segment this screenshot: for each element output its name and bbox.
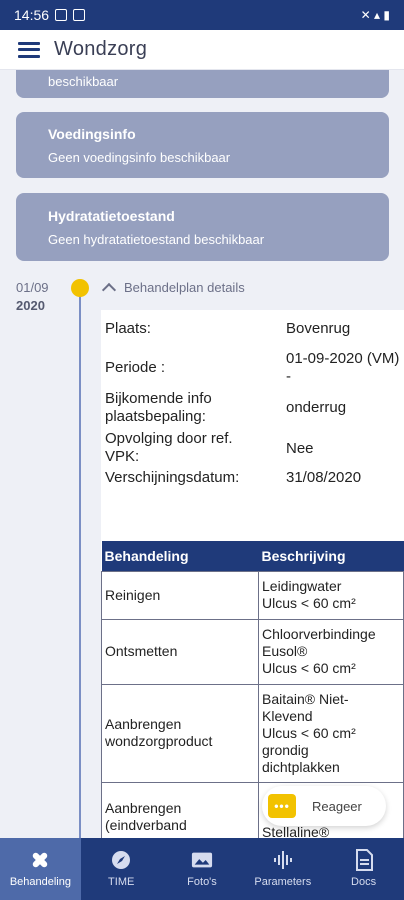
card-subtitle: Geen voedingsinfo beschikbaar [48, 150, 231, 165]
detail-label: Opvolging door ref. VPK: [105, 430, 233, 465]
nav-label: Foto's [187, 876, 217, 888]
notification-icon [55, 9, 68, 21]
nutrition-card[interactable]: Voedingsinfo Geen voedingsinfo beschikba… [16, 112, 389, 178]
app-bar: Wondzorg [0, 30, 404, 70]
detail-value: onderrug [286, 399, 347, 416]
card-subtitle: beschikbaar [48, 74, 119, 89]
status-icons: ✕ ▴ ▮ [360, 8, 390, 22]
treatment-cell: Ontsmetten [101, 618, 259, 685]
timeline-date: 01/09 [16, 280, 49, 295]
nav-label: TIME [108, 876, 135, 888]
detail-value: Bovenrug [286, 320, 351, 337]
details-toggle[interactable]: Behandelplan details [101, 280, 245, 298]
nav-label: Behandeling [9, 876, 71, 888]
table-row: Aanbrengen wondzorgproduct Baitain® Niet… [101, 683, 404, 783]
info-card[interactable]: beschikbaar [16, 70, 389, 98]
card-title: Hydratatietoestand [48, 208, 175, 224]
detail-label: Verschijningsdatum: [105, 469, 240, 486]
detail-value: 01-09-2020 (VM) - [286, 350, 400, 385]
detail-label: Plaats: [105, 320, 151, 337]
nav-time[interactable]: TIME [81, 838, 162, 900]
treatment-cell: Aanbrengen (eindverband [101, 781, 259, 838]
status-bar: 14:56 ✕ ▴ ▮ [0, 0, 404, 30]
chevron-up-icon [101, 282, 117, 298]
react-button[interactable]: ••• Reageer [262, 786, 386, 826]
nav-label: Docs [351, 876, 377, 888]
table-header: Behandeling [101, 541, 259, 571]
treatment-cell: Reinigen [101, 570, 259, 620]
timeline-dot [71, 279, 89, 297]
description-cell: Baitain® Niet- Klevend Ulcus < 60 cm² gr… [258, 683, 404, 783]
document-icon [353, 849, 375, 871]
chat-bubble-icon: ••• [268, 794, 296, 818]
status-time: 14:56 [14, 7, 50, 23]
compass-icon [110, 850, 132, 870]
timeline-line [79, 287, 81, 838]
card-subtitle: Geen hydratatietoestand beschikbaar [48, 232, 265, 247]
detail-value: Nee [286, 440, 314, 457]
photo-icon [191, 850, 213, 870]
hydration-card[interactable]: Hydratatietoestand Geen hydratatietoesta… [16, 193, 389, 261]
nav-behandeling[interactable]: Behandeling [0, 838, 81, 900]
details-panel: Plaats: Bovenrug Periode : 01-09-2020 (V… [101, 310, 404, 838]
table-row: Ontsmetten Chloorverbindinge Eusol® Ulcu… [101, 618, 404, 685]
table-header: Beschrijving [258, 541, 404, 571]
nav-docs[interactable]: Docs [323, 838, 404, 900]
react-label: Reageer [312, 798, 362, 814]
card-title: Voedingsinfo [48, 126, 136, 142]
detail-label: Bijkomende info plaatsbepaling: [105, 390, 212, 425]
description-cell: Chloorverbindinge Eusol® Ulcus < 60 cm² [258, 618, 404, 685]
description-cell: Leidingwater Ulcus < 60 cm² [258, 570, 404, 620]
details-title: Behandelplan details [124, 280, 245, 295]
nav-parameters[interactable]: Parameters [242, 838, 323, 900]
treatment-cell: Aanbrengen wondzorgproduct [101, 683, 259, 783]
bottom-navigation: Behandeling TIME Foto's Parameters Docs [0, 838, 404, 900]
notification-icon [73, 9, 86, 21]
menu-icon[interactable] [18, 41, 40, 58]
bandage-icon [29, 850, 51, 870]
content-scroll[interactable]: beschikbaar Voedingsinfo Geen voedingsin… [0, 70, 404, 838]
timeline-year: 2020 [16, 298, 45, 313]
page-title: Wondzorg [54, 38, 148, 60]
detail-value: 31/08/2020 [286, 469, 362, 486]
nav-label: Parameters [254, 876, 312, 888]
detail-label: Periode : [105, 359, 166, 376]
nav-fotos[interactable]: Foto's [162, 838, 243, 900]
table-row: Reinigen Leidingwater Ulcus < 60 cm² [101, 570, 404, 620]
waveform-icon [272, 850, 294, 870]
